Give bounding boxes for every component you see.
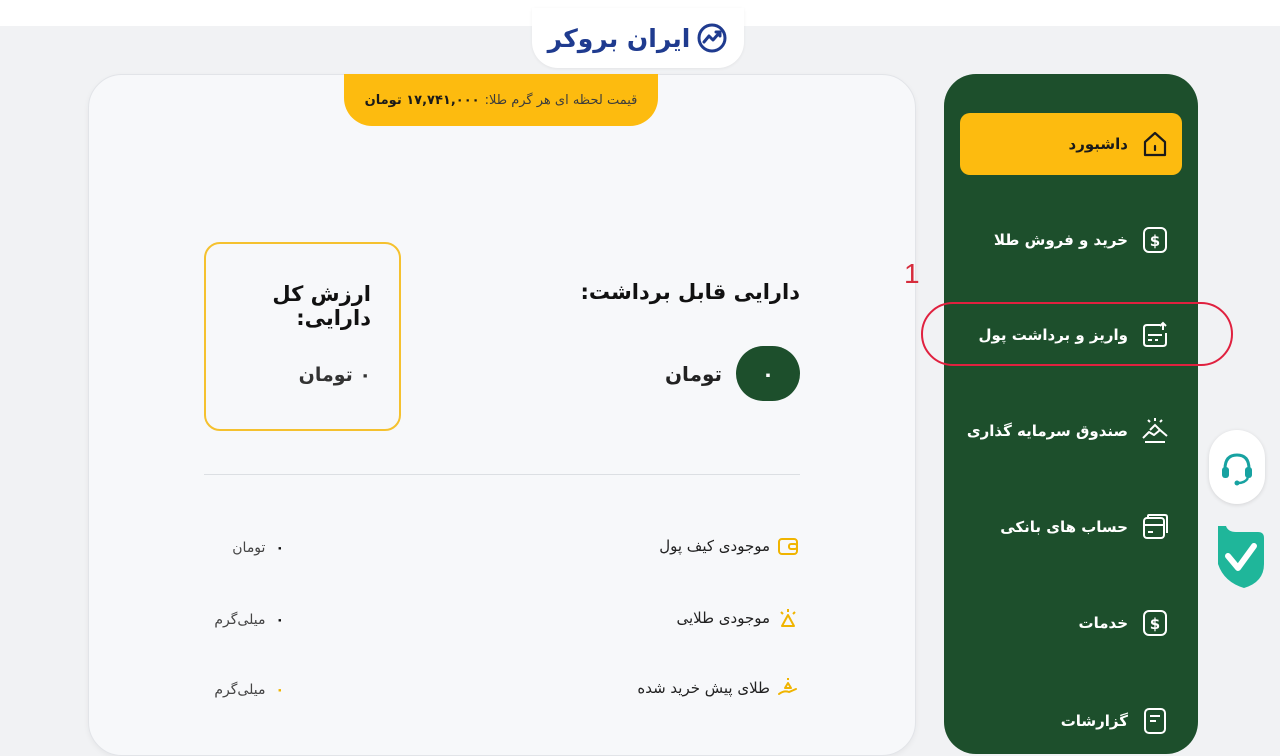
- withdrawable-amount: ۰ تومان: [600, 346, 800, 401]
- divider: [204, 474, 800, 475]
- wallet-balance-label: موجودی کیف پول: [659, 534, 800, 558]
- svg-text:$: $: [1150, 232, 1160, 250]
- preorder-gold-text: طلای پیش خرید شده: [637, 679, 770, 697]
- card-icon: [1143, 514, 1168, 539]
- step-number: 1: [904, 258, 920, 289]
- wallet-balance-unit: تومان: [232, 540, 266, 556]
- svg-text:$: $: [1150, 615, 1160, 633]
- wallet-balance-text: موجودی کیف پول: [659, 537, 770, 555]
- sidebar-item-label: داشبورد: [1068, 135, 1128, 153]
- sidebar-item-investment-fund[interactable]: صندوق سرمایه گذاری: [960, 400, 1182, 462]
- sidebar-item-label: خرید و فروش طلا: [993, 231, 1128, 249]
- gold-price-banner: قیمت لحظه ای هر گرم طلا: ۱۷,۷۴۱,۰۰۰ توما…: [344, 74, 658, 126]
- gold-balance-label: موجودی طلایی: [676, 606, 800, 630]
- logo[interactable]: ایران بروکر: [532, 8, 744, 68]
- sidebar-item-dashboard[interactable]: داشبورد: [960, 113, 1182, 175]
- dollar-icon: $: [1143, 227, 1167, 253]
- sidebar-item-buy-sell-gold[interactable]: $ خرید و فروش طلا: [960, 209, 1182, 271]
- gold-price-value: ۱۷,۷۴۱,۰۰۰ تومان: [364, 92, 480, 108]
- sidebar-item-label: گزارشات: [1060, 712, 1128, 730]
- support-button[interactable]: [1209, 430, 1265, 504]
- handshake-icon: [1142, 418, 1168, 443]
- gold-balance-unit: میلی‌گرم: [214, 612, 266, 628]
- hand-gold-icon: [778, 678, 797, 695]
- sidebar-item-bank-accounts[interactable]: حساب های بانکی: [960, 496, 1182, 558]
- headset-icon: [1222, 453, 1252, 486]
- gold-price-label: قیمت لحظه ای هر گرم طلا:: [484, 92, 638, 108]
- total-value-amount: ۰ تومان: [298, 364, 371, 386]
- growth-chart-icon: [697, 23, 727, 53]
- sidebar-item-label: خدمات: [1078, 614, 1128, 632]
- preorder-gold-value: ۰ میلی‌گرم: [204, 682, 284, 698]
- preorder-gold-unit: میلی‌گرم: [214, 682, 266, 698]
- sidebar-item-label: حساب های بانکی: [1000, 518, 1128, 536]
- gold-balance-text: موجودی طلایی: [676, 609, 770, 627]
- withdrawable-title: دارایی قابل برداشت:: [580, 280, 801, 304]
- gold-balance-amount: ۰: [275, 612, 284, 628]
- report-icon: [1144, 708, 1166, 734]
- gold-balance-value: ۰ میلی‌گرم: [204, 612, 284, 628]
- wallet-balance-value: ۰ تومان: [204, 540, 284, 556]
- wallet-balance-amount: ۰: [275, 540, 284, 556]
- withdrawable-unit: تومان: [664, 361, 722, 386]
- wallet-icon: [778, 538, 798, 555]
- preorder-gold-amount: ۰: [275, 682, 284, 698]
- preorder-gold-label: طلای پیش خرید شده: [637, 676, 800, 700]
- highlight-oval: [921, 302, 1233, 366]
- sidebar-item-label: صندوق سرمایه گذاری: [966, 422, 1128, 440]
- dollar-icon: $: [1143, 610, 1167, 636]
- logo-text: ایران بروکر: [547, 23, 692, 53]
- total-value-title: ارزش کل دارایی:: [272, 282, 371, 330]
- home-icon: [1143, 131, 1167, 157]
- verified-check-icon[interactable]: [1214, 522, 1266, 590]
- withdrawable-amount-pill: ۰: [736, 346, 800, 401]
- gold-bar-icon: [780, 609, 796, 627]
- total-value-box: ارزش کل دارایی: ۰ تومان: [204, 242, 401, 431]
- sidebar-item-services[interactable]: $ خدمات: [960, 592, 1182, 654]
- sidebar-item-reports[interactable]: گزارشات: [960, 690, 1182, 752]
